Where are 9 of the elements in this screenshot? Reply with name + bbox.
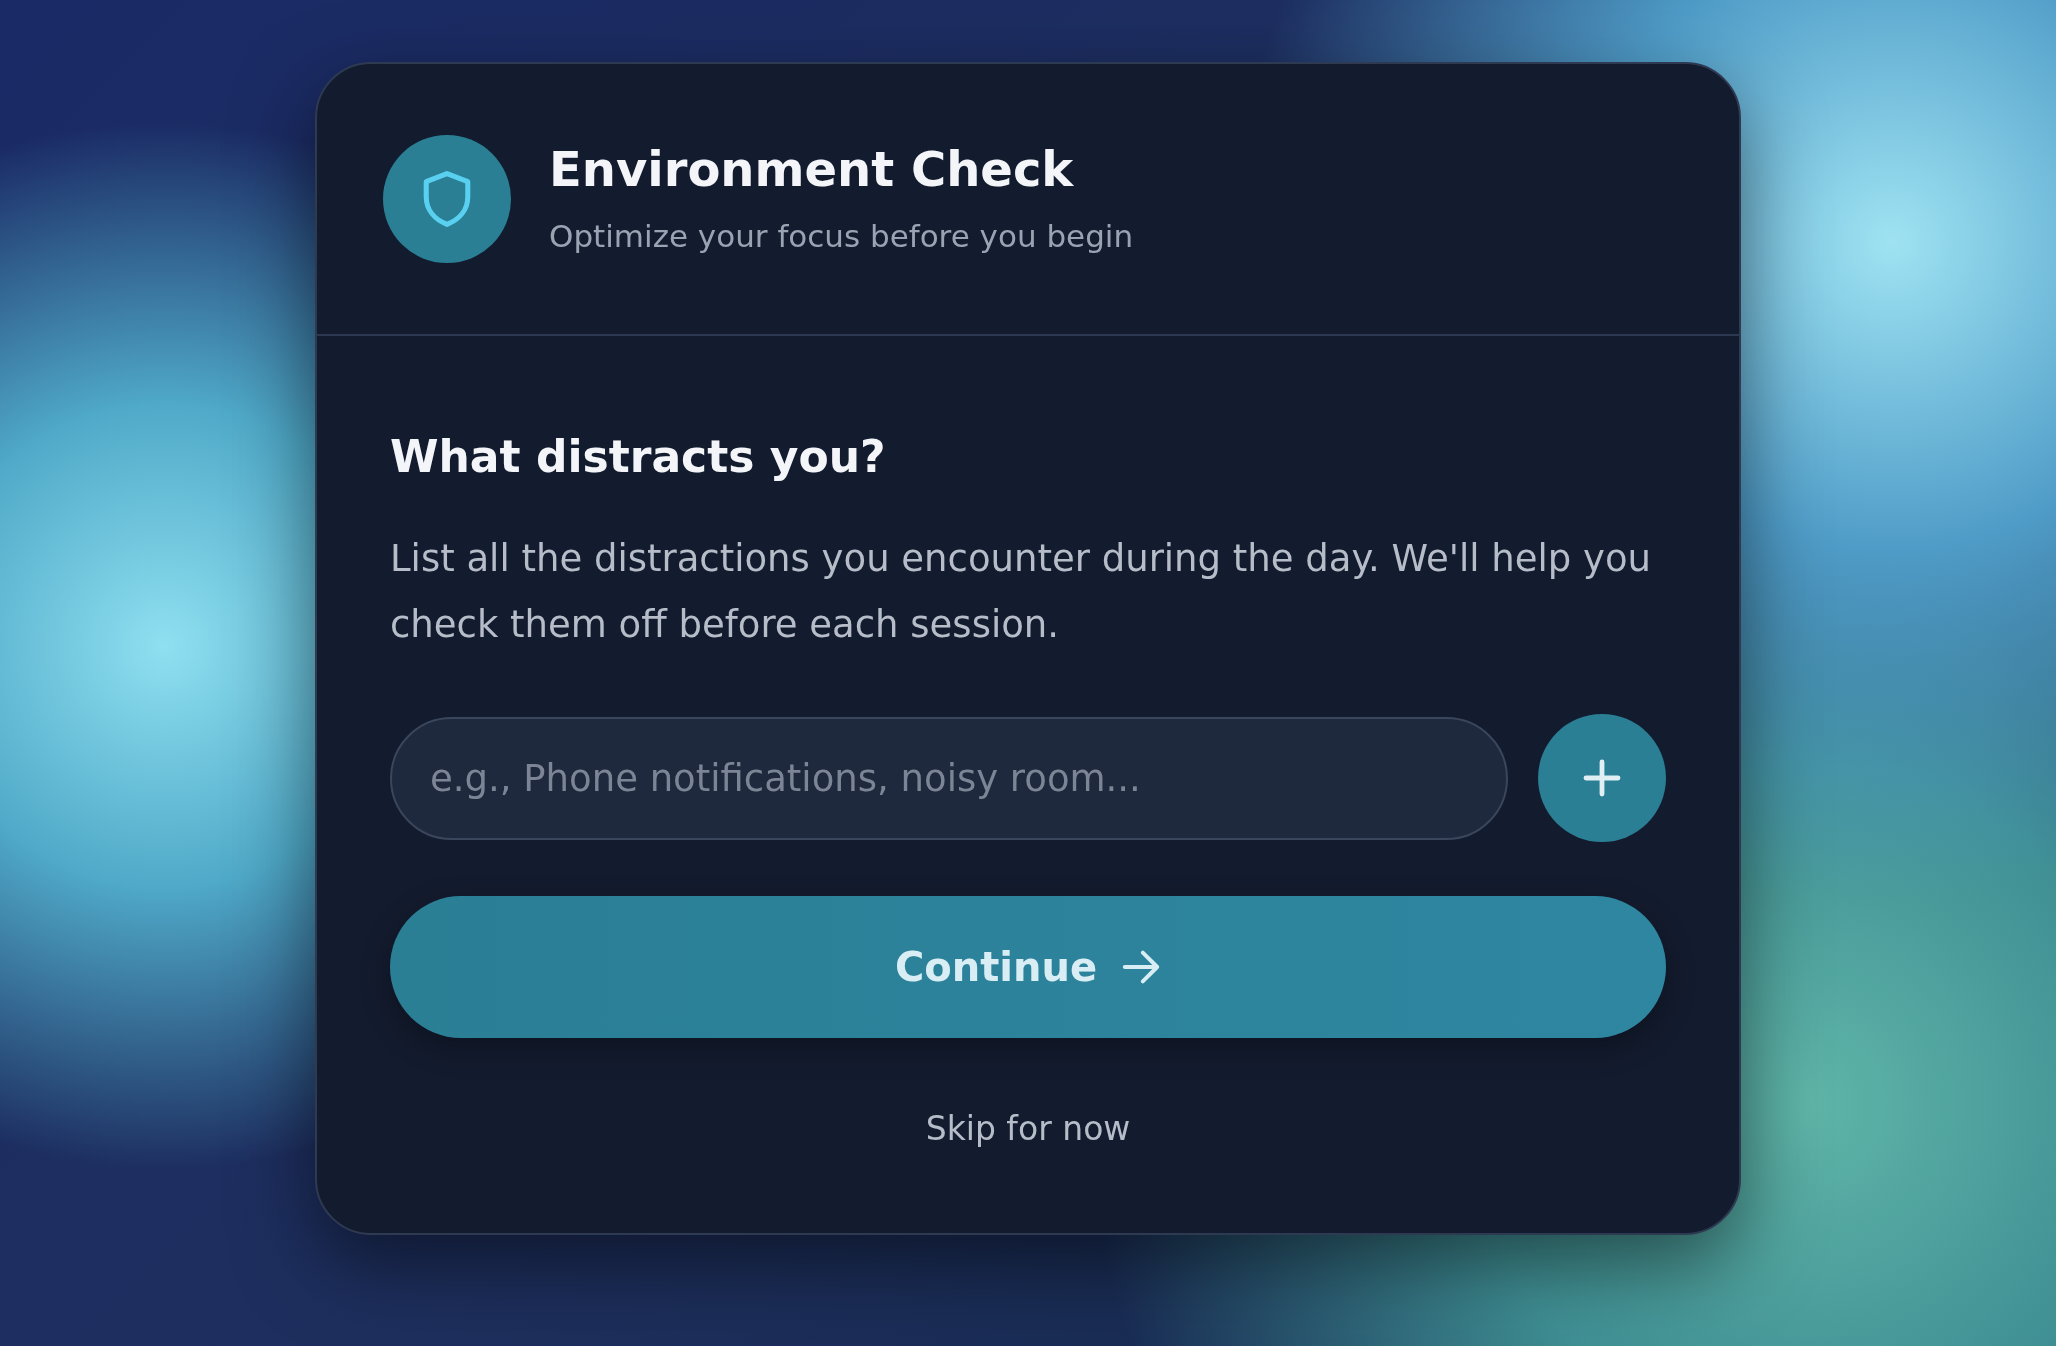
question-heading: What distracts you? [390,430,887,484]
dialog-title: Environment Check [549,139,1075,199]
question-description: List all the distractions you encounter during the day. We'll help you check them off before each session. [390,536,1652,648]
skip-link[interactable]: Skip for now [925,1104,1131,1154]
arrow-right-icon [1121,949,1162,985]
plus-icon [1582,758,1623,798]
dialog-subtitle: Optimize your focus before you begin [549,216,1134,256]
continue-button[interactable]: Continue [390,896,1666,1038]
distraction-input-field[interactable]: e.g., Phone notifications, noisy room... [390,716,1509,840]
